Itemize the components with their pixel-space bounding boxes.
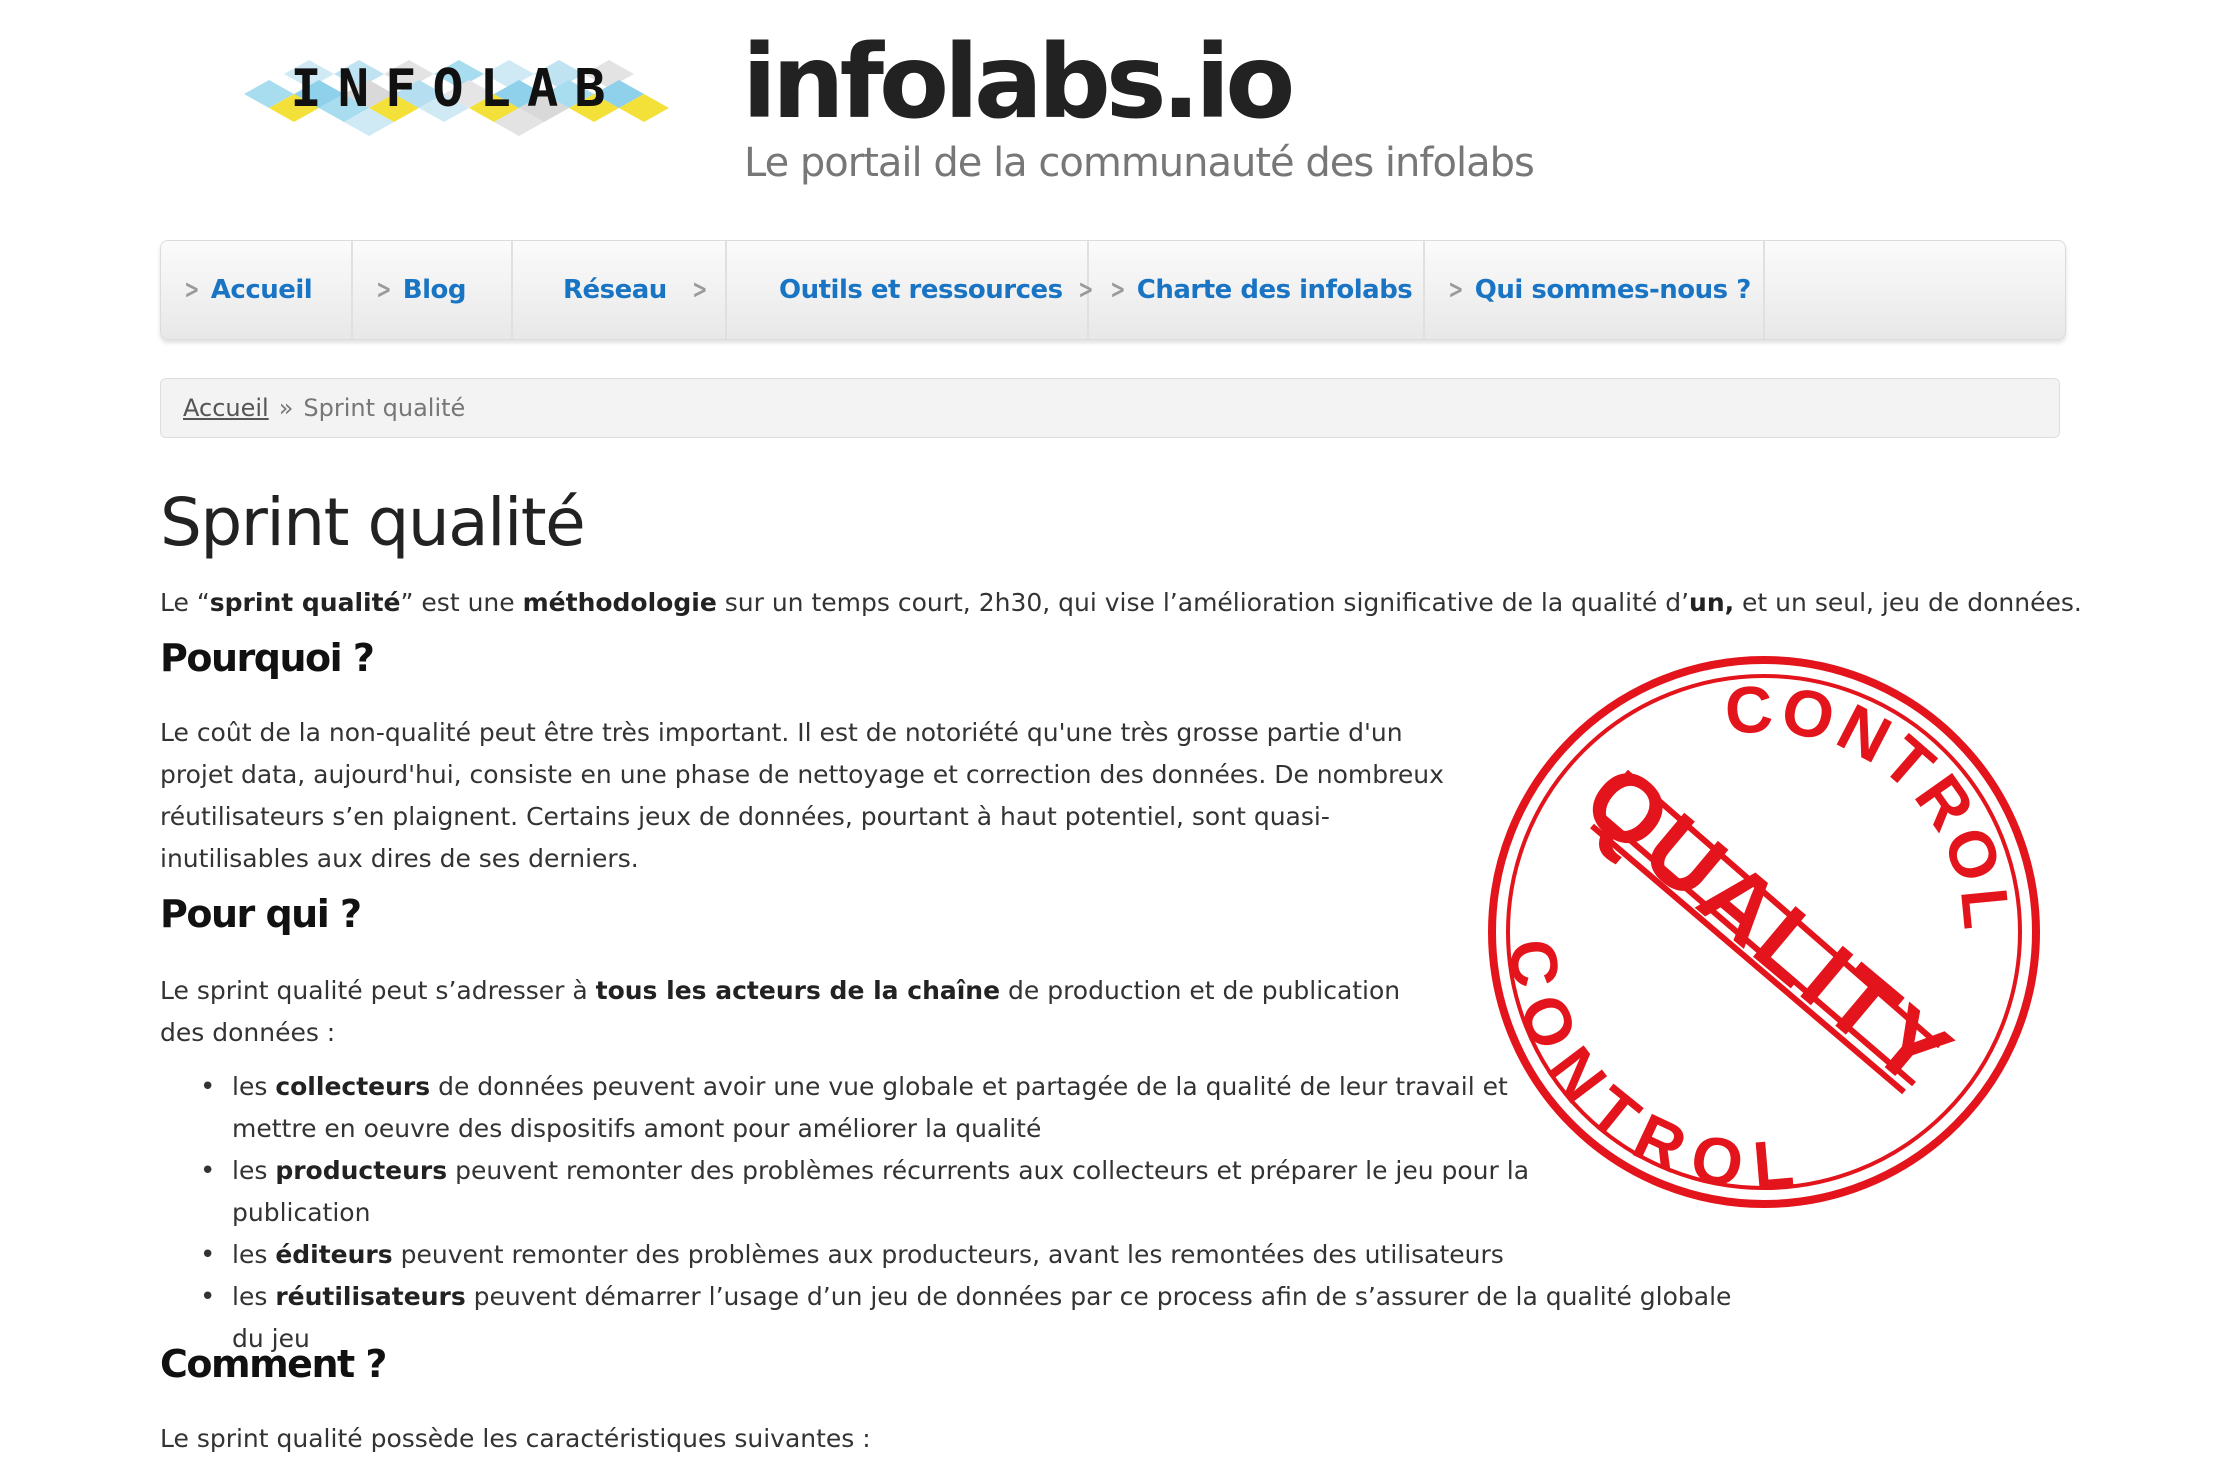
breadcrumb-separator: »	[278, 394, 294, 422]
heading-pour-qui: Pour qui ?	[160, 892, 362, 936]
chevron-right-icon: >	[692, 275, 708, 305]
paragraph-pour-qui: Le sprint qualité peut s’adresser à tous…	[160, 970, 1430, 1054]
list-item-text: peuvent remonter des problèmes aux produ…	[392, 1240, 1504, 1269]
paragraph-text: Le sprint qualité peut s’adresser à	[160, 976, 596, 1005]
list-item: les éditeurs peuvent remonter des problè…	[200, 1234, 1732, 1276]
nav-label-accueil: Accueil	[210, 275, 313, 305]
intro-text: Le “	[160, 588, 210, 617]
nav-label-reseau: Réseau	[563, 275, 667, 305]
intro-bold: sprint qualité	[209, 588, 401, 617]
heading-pourquoi: Pourquoi ?	[160, 636, 375, 680]
intro-paragraph: Le “sprint qualité” est une méthodologie…	[160, 582, 2082, 624]
nav-item-reseau[interactable]: Réseau >	[513, 241, 727, 339]
paragraph-pourquoi: Le coût de la non-qualité peut être très…	[160, 718, 1444, 873]
breadcrumb-current: Sprint qualité	[303, 394, 466, 422]
nav-item-qui[interactable]: > Qui sommes-nous ?	[1425, 241, 1765, 339]
page-title: Sprint qualité	[160, 484, 586, 561]
breadcrumb: Accueil » Sprint qualité	[160, 378, 2060, 438]
list-item-text: les	[232, 1156, 276, 1185]
nav-label-qui: Qui sommes-nous ?	[1474, 275, 1752, 305]
logo-text: INFOLAB	[290, 59, 621, 119]
nav-item-accueil[interactable]: > Accueil	[161, 241, 353, 339]
breadcrumb-home-link[interactable]: Accueil	[183, 394, 269, 422]
quality-control-stamp: CONTROL QUALITY CONTROL	[1484, 652, 2044, 1212]
nav-item-outils[interactable]: Outils et ressources >	[727, 241, 1093, 339]
intro-text: et un seul, jeu de données.	[1734, 588, 2082, 617]
list-item: les producteurs peuvent remonter des pro…	[200, 1150, 1532, 1234]
list-item-bold: producteurs	[275, 1156, 448, 1185]
nav-label-blog: Blog	[402, 275, 467, 305]
main-nav: > Accueil > Blog Réseau > Outils et ress…	[160, 240, 2066, 340]
chevron-right-icon: >	[376, 275, 392, 305]
chevron-right-icon: >	[184, 275, 200, 305]
list-item-bold: collecteurs	[275, 1072, 431, 1101]
list-item-bold: éditeurs	[275, 1240, 393, 1269]
infolab-logo[interactable]: INFOLAB	[224, 44, 684, 144]
paragraph-bold: tous les acteurs de la chaîne	[595, 976, 1001, 1005]
intro-bold: méthodologie	[522, 588, 717, 617]
site-title[interactable]: infolabs.io	[742, 18, 1295, 148]
nav-item-blog[interactable]: > Blog	[353, 241, 513, 339]
intro-text: sur un temps court, 2h30, qui vise l’amé…	[716, 588, 1690, 617]
nav-label-charte: Charte des infolabs	[1136, 275, 1413, 305]
intro-bold: un,	[1689, 588, 1735, 617]
intro-text: ” est une	[400, 588, 523, 617]
chevron-right-icon: >	[1448, 275, 1464, 305]
chevron-right-icon: >	[1110, 275, 1126, 305]
list-item-text: les	[232, 1282, 276, 1311]
list-item-text: les	[232, 1072, 276, 1101]
nav-item-charte[interactable]: > Charte des infolabs	[1089, 241, 1425, 339]
site-tagline: Le portail de la communauté des infolabs	[744, 140, 1535, 186]
list-item: les réutilisateurs peuvent démarrer l’us…	[200, 1276, 1732, 1360]
list-item-bold: réutilisateurs	[275, 1282, 466, 1311]
paragraph-comment: Le sprint qualité possède les caractéris…	[160, 1424, 871, 1453]
list-item-text: les	[232, 1240, 276, 1269]
list-item: les collecteurs de données peuvent avoir…	[200, 1066, 1532, 1150]
nav-label-outils: Outils et ressources	[779, 275, 1063, 305]
heading-comment: Comment ?	[160, 1342, 387, 1386]
